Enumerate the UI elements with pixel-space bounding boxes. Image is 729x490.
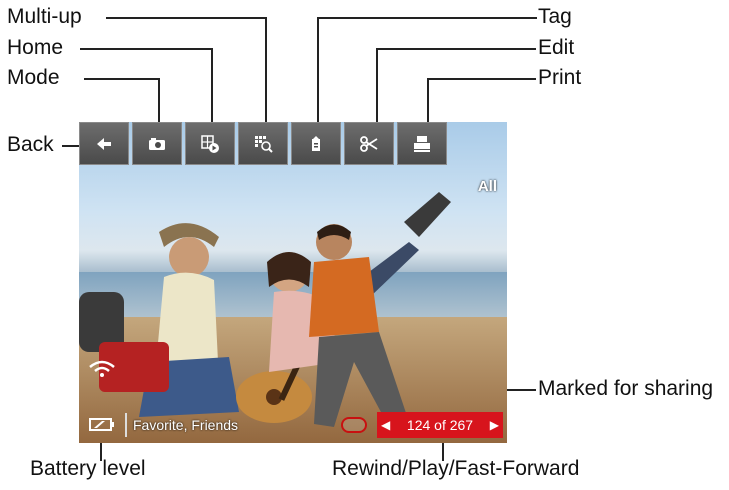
camera-toolbar: [79, 122, 507, 167]
callout-battery-level: Battery level: [30, 457, 146, 480]
scissors-icon: [360, 135, 378, 152]
leader-tag: [317, 17, 537, 19]
leader-print-drop: [427, 78, 429, 122]
photo-people: [79, 192, 451, 427]
leader-mode: [84, 78, 159, 80]
photo-counter: 124 of 267: [406, 417, 474, 433]
callout-tag: Tag: [538, 5, 572, 28]
leader-edit: [376, 48, 536, 50]
leader-tag-drop: [317, 17, 319, 122]
callout-home: Home: [7, 36, 64, 59]
callout-print: Print: [538, 66, 582, 89]
tag-button[interactable]: [291, 122, 341, 165]
leader-multi-up: [106, 17, 266, 19]
photo-caption: Favorite, Friends: [133, 417, 239, 433]
multi-up-icon: [255, 135, 273, 153]
leader-edit-drop: [376, 48, 378, 122]
tag-icon: [312, 135, 320, 151]
leader-home: [80, 48, 212, 50]
rewind-play-ff-control[interactable]: ◀ 124 of 267 ▶: [377, 412, 503, 438]
status-separator: [125, 413, 127, 437]
leader-rewind: [442, 443, 444, 461]
edit-button[interactable]: [344, 122, 394, 165]
wifi-icon: [89, 360, 115, 377]
camera-screen: All Favorite, Friends ◀ 124 of 267 ▶: [79, 122, 507, 443]
leader-home-drop: [211, 48, 213, 122]
rewind-icon[interactable]: ◀: [381, 418, 390, 432]
camera-icon: [149, 137, 165, 150]
home-play-icon: [201, 134, 219, 153]
mode-button[interactable]: [132, 122, 182, 165]
home-button[interactable]: [185, 122, 235, 165]
back-arrow-icon: [97, 137, 111, 150]
print-button[interactable]: [397, 122, 447, 165]
callout-multi-up: Multi-up: [7, 5, 82, 28]
status-strip: Favorite, Friends ◀ 124 of 267 ▶: [79, 407, 507, 443]
callout-marked-for-sharing: Marked for sharing: [538, 377, 714, 400]
battery-icon: [89, 418, 114, 431]
callout-mode: Mode: [7, 66, 60, 89]
share-marker-icon: [341, 417, 367, 433]
callout-edit: Edit: [538, 36, 575, 59]
callout-back: Back: [7, 133, 54, 156]
leader-mode-drop: [158, 78, 160, 122]
leader-print: [427, 78, 536, 80]
printer-icon: [414, 135, 430, 152]
fast-forward-icon[interactable]: ▶: [490, 418, 499, 432]
leader-multi-up-drop: [265, 17, 267, 122]
back-button[interactable]: [79, 122, 129, 165]
multi-up-button[interactable]: [238, 122, 288, 165]
all-badge: All: [477, 178, 497, 195]
callout-rewind-play-ff: Rewind/Play/Fast-Forward: [332, 457, 580, 480]
leader-battery: [100, 443, 102, 461]
